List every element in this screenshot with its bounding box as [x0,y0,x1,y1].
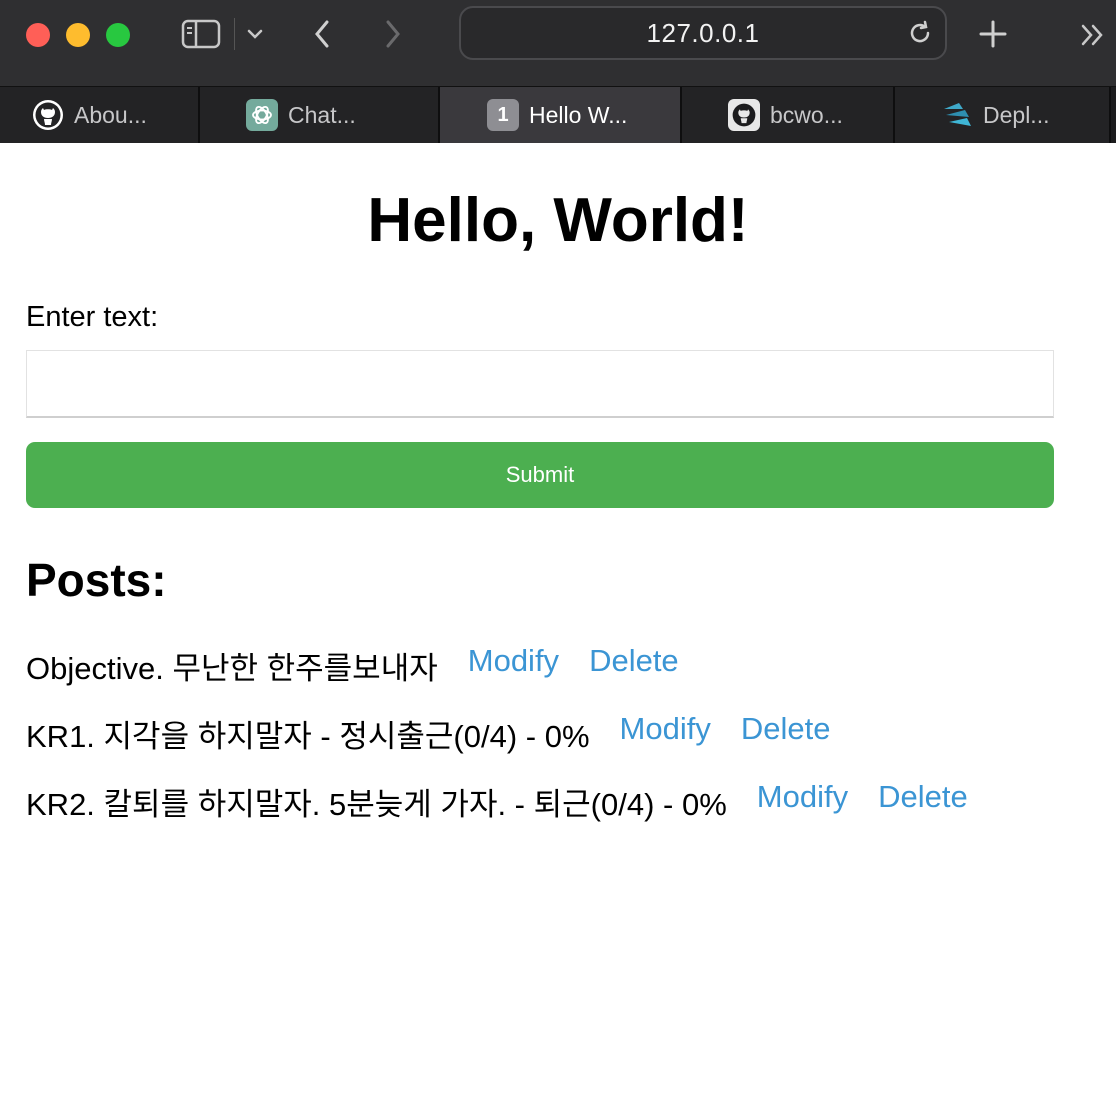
tab-label: bcwo... [770,101,843,128]
tab-label: Hello W... [529,101,628,128]
number-badge: 1 [487,99,519,131]
github-icon [32,99,64,131]
page-title: Hello, World! [367,186,749,255]
chevron-down-icon[interactable] [242,22,268,46]
tab-bcwo[interactable]: bcwo... [682,87,895,143]
submit-button[interactable]: Submit [26,442,1054,508]
post-item: Objective. 무난한 한주를보내자 Modify Delete [26,643,1106,711]
tab-about[interactable]: Abou... [0,87,200,143]
delete-link[interactable]: Delete [741,711,831,747]
forward-icon[interactable] [376,16,410,52]
sidebar-icon[interactable] [180,16,222,52]
delete-link[interactable]: Delete [589,643,679,679]
browser-toolbar: 127.0.0.1 [0,0,1116,86]
chatgpt-icon [246,99,278,131]
minimize-window-button[interactable] [66,23,90,47]
github-icon [728,99,760,131]
page-content: Hello, World! Enter text: Submit Posts: … [0,143,1116,1094]
input-label: Enter text: [26,301,159,333]
text-input[interactable] [26,350,1054,418]
tab-label: Depl... [983,101,1050,128]
modify-link[interactable]: Modify [468,643,559,679]
tab-label: Chat... [288,101,356,128]
deploy-icon [941,99,973,131]
close-window-button[interactable] [26,23,50,47]
address-bar[interactable]: 127.0.0.1 [459,6,947,60]
tab-bar: Abou... Chat... 1 Hello W... bcwo... Dep… [0,86,1116,143]
maximize-window-button[interactable] [106,23,130,47]
tab-chatgpt[interactable]: Chat... [200,87,440,143]
modify-link[interactable]: Modify [620,711,711,747]
double-chevron-icon[interactable] [1076,18,1110,52]
posts-list: Objective. 무난한 한주를보내자 Modify Delete KR1.… [26,643,1106,847]
tab-hello-world[interactable]: 1 Hello W... [440,87,682,143]
modify-link[interactable]: Modify [757,779,848,815]
post-text: KR1. 지각을 하지말자 - 정시출근(0/4) - 0% [26,719,590,754]
post-item: KR1. 지각을 하지말자 - 정시출근(0/4) - 0% Modify De… [26,711,1106,779]
post-text: KR2. 칼퇴를 하지말자. 5분늦게 가자. - 퇴근(0/4) - 0% [26,787,727,822]
delete-link[interactable]: Delete [878,779,968,815]
tab-deploy[interactable]: Depl... [895,87,1111,143]
reload-icon[interactable] [903,18,937,48]
back-icon[interactable] [305,16,339,52]
plus-icon[interactable] [976,16,1010,52]
posts-heading: Posts: [26,554,167,606]
tab-label: Abou... [74,101,147,128]
post-text: Objective. 무난한 한주를보내자 [26,651,438,686]
post-item: KR2. 칼퇴를 하지말자. 5분늦게 가자. - 퇴근(0/4) - 0% M… [26,779,1106,847]
toolbar-divider [234,18,235,50]
url-text: 127.0.0.1 [646,17,760,48]
